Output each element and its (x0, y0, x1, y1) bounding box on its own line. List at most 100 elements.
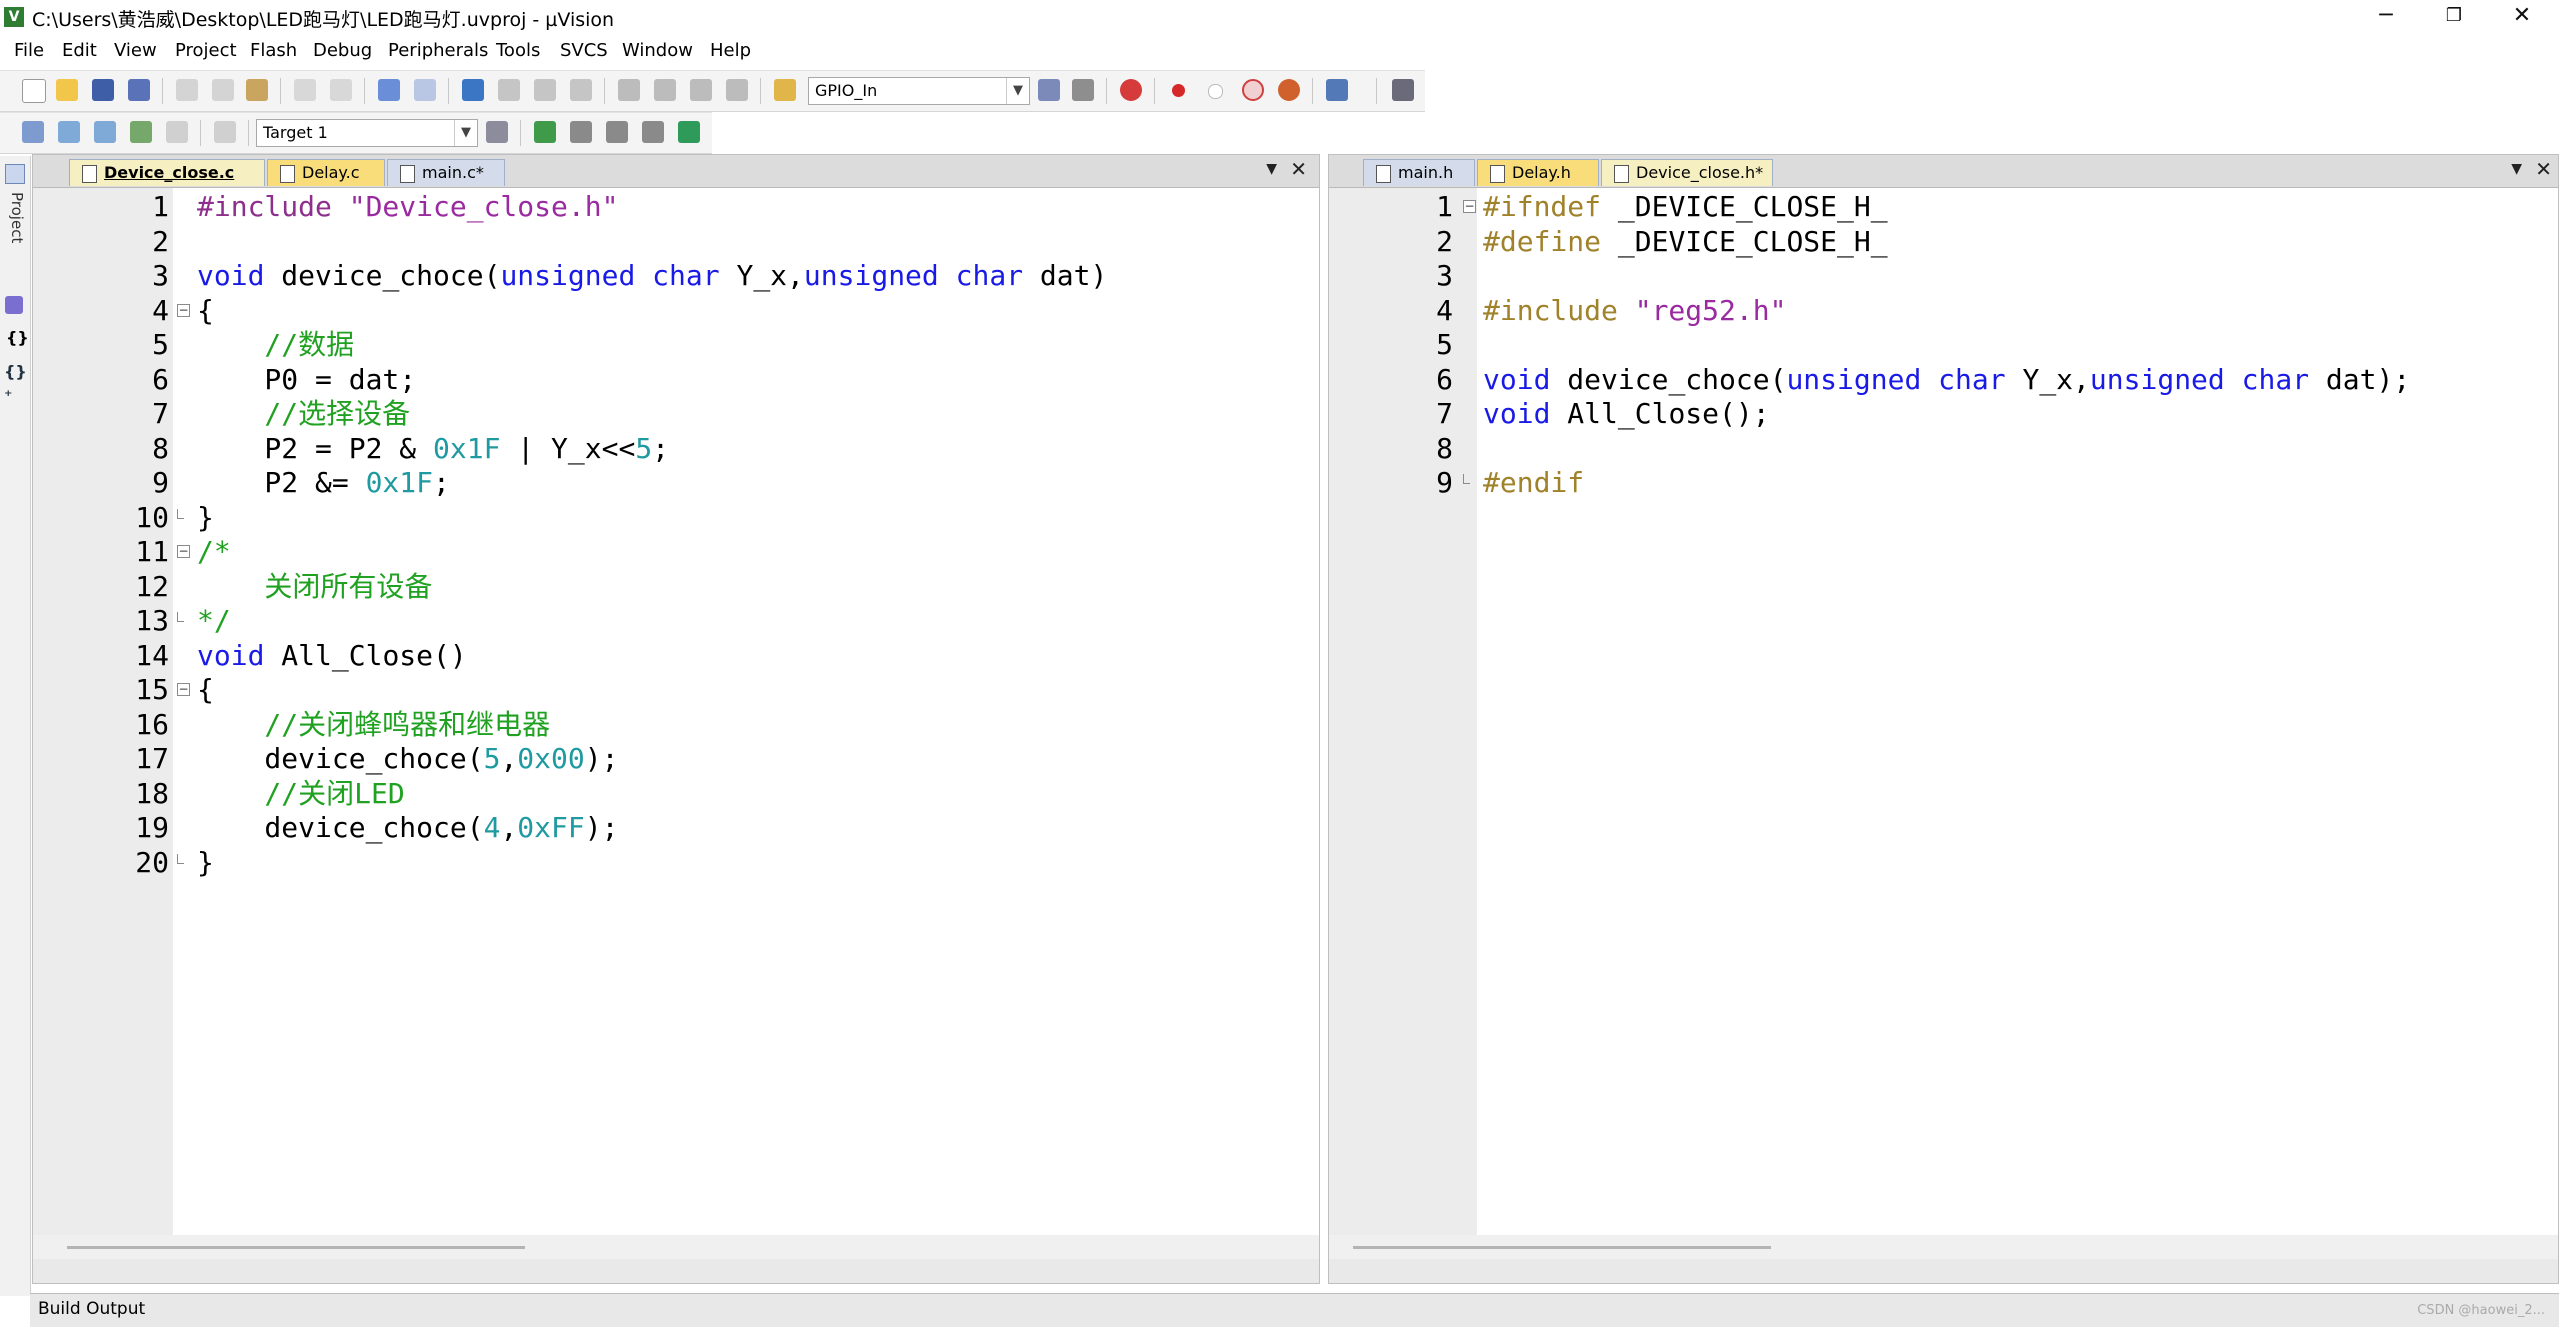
fold-collapse-icon[interactable]: − (1463, 200, 1476, 213)
code-line[interactable]: 4 #include "reg52.h" (1329, 294, 2558, 329)
undo-icon[interactable] (294, 79, 316, 101)
new-file-icon[interactable] (22, 79, 46, 103)
tab-delay-c[interactable]: Delay.c (267, 159, 385, 186)
close-pane-icon[interactable]: ✕ (2535, 157, 2552, 181)
fold-collapse-icon[interactable]: − (177, 545, 190, 558)
close-pane-icon[interactable]: ✕ (1290, 157, 1307, 181)
templates-icon[interactable]: {}₊ (4, 362, 30, 400)
tab-main-c[interactable]: main.c* (387, 159, 505, 186)
build-icon[interactable] (58, 121, 80, 143)
menu-window[interactable]: Window (622, 40, 693, 61)
code-line[interactable]: 5 //数据 (33, 328, 1319, 363)
menu-edit[interactable]: Edit (62, 40, 97, 61)
breakpoint-icon[interactable] (1172, 84, 1185, 97)
horizontal-scrollbar[interactable] (1329, 1235, 2558, 1259)
code-line[interactable]: 1− #ifndef _DEVICE_CLOSE_H_ (1329, 190, 2558, 225)
left-code-editor[interactable]: 1 #include "Device_close.h" 2 3 void device_… (33, 188, 1319, 1259)
code-line[interactable]: 8 (1329, 432, 2558, 467)
horizontal-scrollbar[interactable] (33, 1235, 1319, 1259)
open-file-icon[interactable] (56, 79, 78, 101)
incremental-find-icon[interactable] (1072, 79, 1094, 101)
code-line[interactable]: 7 //选择设备 (33, 397, 1319, 432)
select-packs-icon[interactable] (606, 121, 628, 143)
code-line[interactable]: 6 P0 = dat; (33, 363, 1319, 398)
debug-icon[interactable] (1120, 79, 1142, 101)
download-icon[interactable] (214, 121, 236, 143)
code-line[interactable]: 20} (33, 846, 1319, 881)
find-in-files-icon[interactable] (774, 79, 796, 101)
code-line[interactable]: 3 void device_choce(unsigned char Y_x,uns… (33, 259, 1319, 294)
bookmark-icon[interactable] (462, 79, 484, 101)
books-icon[interactable] (5, 296, 23, 314)
code-line[interactable]: 16 //关闭蜂鸣器和继电器 (33, 708, 1319, 743)
chevron-down-icon[interactable]: ▼ (454, 120, 477, 146)
run-time-environment-icon[interactable] (678, 121, 700, 143)
menu-svcs[interactable]: SVCS (560, 40, 608, 61)
code-line[interactable]: 2 #define _DEVICE_CLOSE_H_ (1329, 225, 2558, 260)
close-button[interactable]: ✕ (2492, 0, 2552, 34)
prev-bookmark-icon[interactable] (498, 79, 520, 101)
menu-debug[interactable]: Debug (313, 40, 372, 61)
indent-icon[interactable] (618, 79, 640, 101)
uncomment-icon[interactable] (726, 79, 748, 101)
code-line[interactable]: 13 */ (33, 604, 1319, 639)
build-output-panel[interactable]: Build Output CSDN @haowei_2... (30, 1293, 2559, 1327)
tab-delay-h[interactable]: Delay.h (1477, 159, 1599, 186)
code-line[interactable]: 9 #endif (1329, 466, 2558, 501)
paste-icon[interactable] (246, 79, 268, 101)
tab-device-close-c[interactable]: Device_close.c (69, 159, 265, 186)
code-line[interactable]: 15−{ (33, 673, 1319, 708)
nav-forward-icon[interactable] (414, 79, 436, 101)
stop-build-icon[interactable] (166, 121, 188, 143)
clear-breakpoints-icon[interactable] (1278, 79, 1300, 101)
find-combo[interactable]: GPIO_In ▼ (808, 77, 1030, 105)
tab-device-close-h[interactable]: Device_close.h* (1601, 159, 1773, 186)
fold-collapse-icon[interactable]: − (177, 683, 190, 696)
batch-build-icon[interactable] (130, 121, 152, 143)
code-line[interactable]: 7 void All_Close(); (1329, 397, 2558, 432)
code-line[interactable]: 2 (33, 225, 1319, 260)
code-line[interactable]: 3 (1329, 259, 2558, 294)
pack-installer-icon[interactable] (642, 121, 664, 143)
code-line[interactable]: 14 void All_Close() (33, 639, 1319, 674)
functions-icon[interactable]: {} (6, 328, 29, 347)
menu-tools[interactable]: Tools (496, 40, 540, 61)
next-bookmark-icon[interactable] (534, 79, 556, 101)
rebuild-icon[interactable] (94, 121, 116, 143)
right-code-editor[interactable]: 1− #ifndef _DEVICE_CLOSE_H_ 2 #define _DEVI… (1329, 188, 2558, 1259)
nav-back-icon[interactable] (378, 79, 400, 101)
code-line[interactable]: 1 #include "Device_close.h" (33, 190, 1319, 225)
kill-breakpoints-icon[interactable] (1242, 79, 1264, 101)
find-icon[interactable] (1038, 79, 1060, 101)
menu-flash[interactable]: Flash (250, 40, 297, 61)
code-line[interactable]: 11−/* (33, 535, 1319, 570)
tab-menu-arrow-icon[interactable]: ▼ (1266, 161, 1277, 177)
fold-collapse-icon[interactable]: − (177, 303, 190, 317)
scrollbar-thumb[interactable] (67, 1246, 525, 1249)
menu-help[interactable]: Help (710, 40, 751, 61)
scrollbar-thumb[interactable] (1353, 1246, 1771, 1249)
menu-project[interactable]: Project (175, 40, 237, 61)
target-options-icon[interactable] (486, 121, 508, 143)
minimize-button[interactable]: ─ (2356, 0, 2416, 34)
code-line[interactable]: 4−{ (33, 294, 1319, 329)
code-line[interactable]: 9 P2 &= 0x1F; (33, 466, 1319, 501)
disable-breakpoint-icon[interactable] (1208, 84, 1223, 99)
code-line[interactable]: 5 (1329, 328, 2558, 363)
translate-icon[interactable] (22, 121, 44, 143)
code-line[interactable]: 17 device_choce(5,0x00); (33, 742, 1319, 777)
clear-bookmarks-icon[interactable] (570, 79, 592, 101)
configure-icon[interactable] (1392, 79, 1414, 101)
project-side-label[interactable]: Project (4, 192, 26, 243)
code-line[interactable]: 6 void device_choce(unsigned char Y_x,uns… (1329, 363, 2558, 398)
code-line[interactable]: 8 P2 = P2 & 0x1F | Y_x<<5; (33, 432, 1319, 467)
window-layout-icon[interactable] (1326, 79, 1348, 101)
save-all-icon[interactable] (128, 79, 150, 101)
code-line[interactable]: 18 //关闭LED (33, 777, 1319, 812)
target-combo[interactable]: Target 1 ▼ (256, 119, 478, 147)
menu-view[interactable]: View (114, 40, 157, 61)
code-line[interactable]: 19 device_choce(4,0xFF); (33, 811, 1319, 846)
tab-menu-arrow-icon[interactable]: ▼ (2511, 161, 2522, 177)
menu-file[interactable]: File (14, 40, 44, 61)
comment-icon[interactable] (690, 79, 712, 101)
